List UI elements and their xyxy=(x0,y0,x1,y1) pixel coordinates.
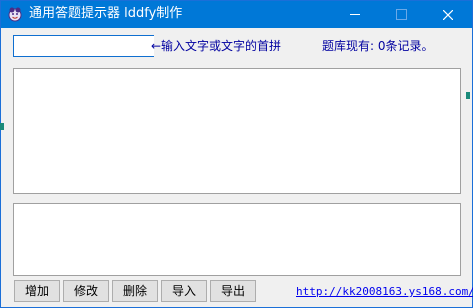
add-button[interactable]: 增加 xyxy=(14,280,60,302)
delete-button[interactable]: 删除 xyxy=(112,280,158,302)
app-window: 通用答题提示器 lddfy制作 ←输入文字或文字的首拼 题库现有: 0条记录。 … xyxy=(0,0,473,308)
maximize-icon xyxy=(395,9,407,20)
app-logo-icon xyxy=(8,7,22,22)
search-input[interactable] xyxy=(13,35,154,57)
background-window-edge xyxy=(466,92,470,99)
title-bar[interactable]: 通用答题提示器 lddfy制作 xyxy=(1,1,472,28)
record-count: 题库现有: 0条记录。 xyxy=(322,39,434,53)
answer-textbox[interactable] xyxy=(13,203,461,276)
export-button[interactable]: 导出 xyxy=(210,280,256,302)
results-list[interactable] xyxy=(13,68,461,194)
window-title: 通用答题提示器 lddfy制作 xyxy=(29,6,183,21)
minimize-icon xyxy=(350,14,360,15)
edit-button[interactable]: 修改 xyxy=(63,280,109,302)
close-button[interactable] xyxy=(425,1,471,28)
maximize-button[interactable] xyxy=(378,1,424,28)
search-hint: ←输入文字或文字的首拼 xyxy=(151,39,282,53)
minimize-button[interactable] xyxy=(332,1,378,28)
close-icon xyxy=(443,9,453,20)
background-window-edge xyxy=(0,123,4,130)
import-button[interactable]: 导入 xyxy=(161,280,207,302)
homepage-link[interactable]: http://kk2008163.ys168.com/ xyxy=(296,285,473,298)
